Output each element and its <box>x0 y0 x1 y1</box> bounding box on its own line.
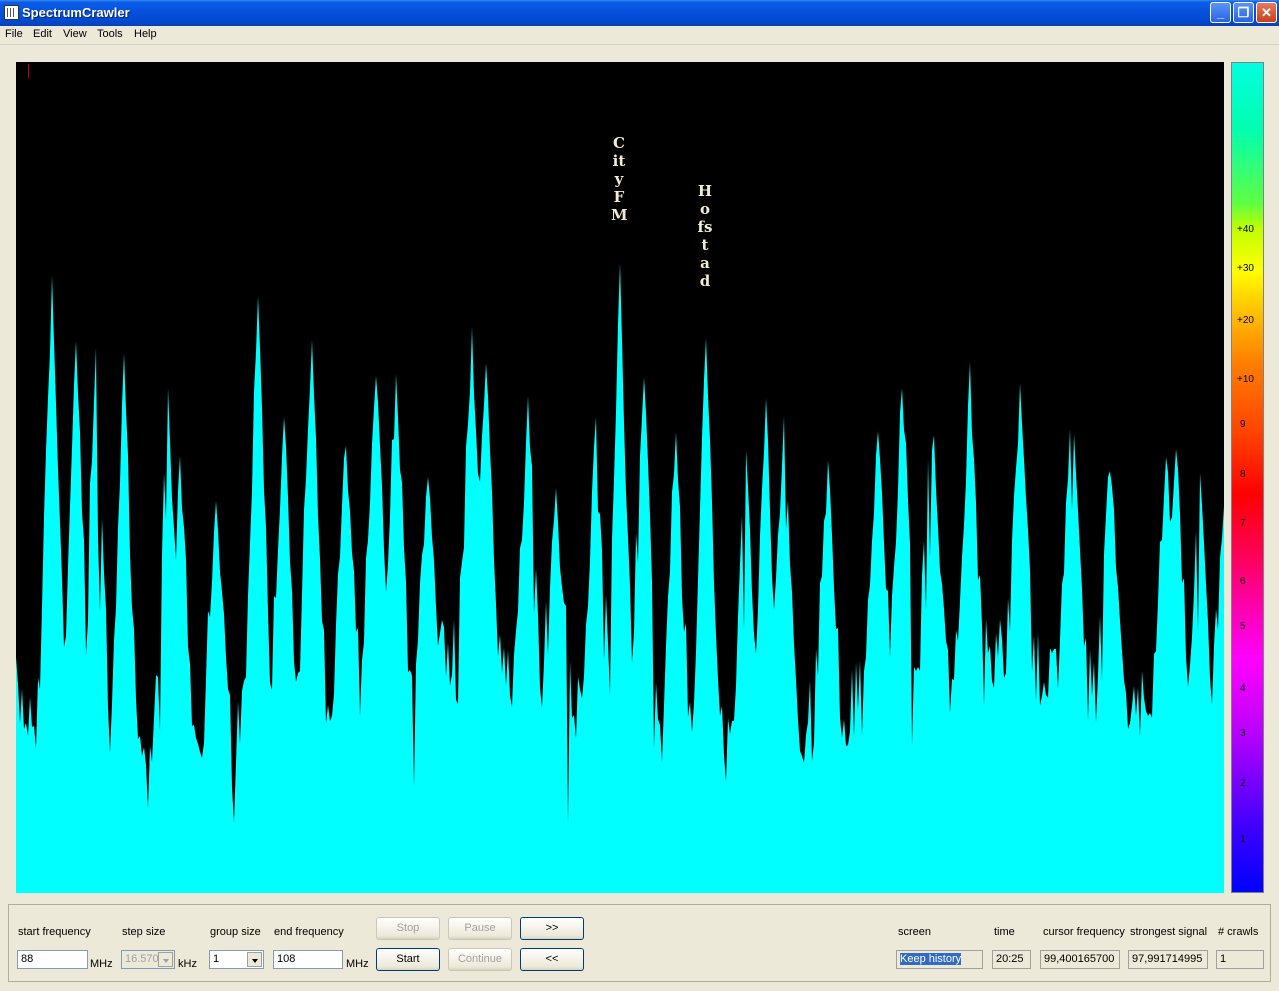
screen-value: Keep history <box>900 953 962 965</box>
menu-bar: File Edit View Tools Help <box>0 26 1279 45</box>
app-icon <box>4 5 19 20</box>
start-frequency-unit: MHz <box>90 958 113 970</box>
crawls-label: # crawls <box>1218 926 1259 938</box>
cursor-marker <box>28 64 29 78</box>
time-label: time <box>994 926 1015 938</box>
close-button[interactable]: ✕ <box>1256 2 1277 23</box>
scale-label: 3 <box>1240 728 1246 739</box>
end-frequency-label: end frequency <box>274 926 344 938</box>
screen-field[interactable]: Keep history <box>896 950 983 969</box>
scale-label: 5 <box>1240 621 1246 632</box>
group-size-label: group size <box>210 926 261 938</box>
scale-label: +20 <box>1237 315 1254 326</box>
menu-view[interactable]: View <box>63 28 87 40</box>
scale-label: 9 <box>1240 419 1246 430</box>
scale-label: 2 <box>1240 778 1246 789</box>
crawls-field: 1 <box>1216 950 1264 969</box>
spectrum-trace <box>16 263 1224 893</box>
back-button[interactable]: << <box>520 948 584 971</box>
step-size-select: 16.570 <box>121 950 175 969</box>
strongest-signal-label: strongest signal <box>1130 926 1208 938</box>
scale-label: 7 <box>1240 518 1246 529</box>
minimize-button[interactable]: _ <box>1210 2 1231 23</box>
start-button[interactable]: Start <box>376 948 440 971</box>
group-size-value: 1 <box>213 953 220 965</box>
cursor-frequency-label: cursor frequency <box>1043 926 1125 938</box>
control-panel: start frequency 88 MHz step size 16.570 … <box>8 904 1271 982</box>
start-frequency-label: start frequency <box>18 926 91 938</box>
station-label-city-fm: City FM <box>611 134 629 224</box>
menu-edit[interactable]: Edit <box>33 28 52 40</box>
forward-button[interactable]: >> <box>520 917 584 940</box>
end-frequency-input[interactable]: 108 <box>273 950 343 969</box>
continue-button[interactable]: Continue <box>448 948 512 971</box>
menu-tools[interactable]: Tools <box>97 28 123 40</box>
window-title: SpectrumCrawler <box>22 5 130 20</box>
scale-label: 6 <box>1240 576 1246 587</box>
step-size-label: step size <box>122 926 166 938</box>
group-size-select[interactable]: 1 <box>209 950 264 969</box>
end-frequency-unit: MHz <box>346 958 369 970</box>
station-label-hofstad: Hofstad <box>697 182 713 290</box>
strongest-signal-field: 97,991714995 <box>1128 950 1208 969</box>
signal-color-scale <box>1231 62 1264 893</box>
title-bar: SpectrumCrawler _ ❐ ✕ <box>0 0 1279 26</box>
scale-label: +40 <box>1237 224 1254 235</box>
stop-button[interactable]: Stop <box>376 917 440 940</box>
menu-help[interactable]: Help <box>134 28 157 40</box>
menu-file[interactable]: File <box>5 28 23 40</box>
chevron-down-icon[interactable] <box>247 952 262 967</box>
time-field: 20:25 <box>992 950 1031 969</box>
start-frequency-input[interactable]: 88 <box>17 950 88 969</box>
pause-button[interactable]: Pause <box>448 917 512 940</box>
spectrum-display[interactable]: City FM Hofstad <box>16 62 1224 893</box>
cursor-frequency-field: 99,400165700 <box>1040 950 1120 969</box>
scale-label: 1 <box>1240 834 1246 845</box>
step-size-unit: kHz <box>178 958 197 970</box>
scale-label: +10 <box>1237 374 1254 385</box>
step-size-value: 16.570 <box>125 953 159 965</box>
restore-button[interactable]: ❐ <box>1233 2 1254 23</box>
chevron-down-icon <box>158 952 173 967</box>
screen-label: screen <box>898 926 932 938</box>
scale-label: 4 <box>1240 683 1246 694</box>
scale-label: +30 <box>1237 263 1254 274</box>
scale-label: 8 <box>1240 469 1246 480</box>
